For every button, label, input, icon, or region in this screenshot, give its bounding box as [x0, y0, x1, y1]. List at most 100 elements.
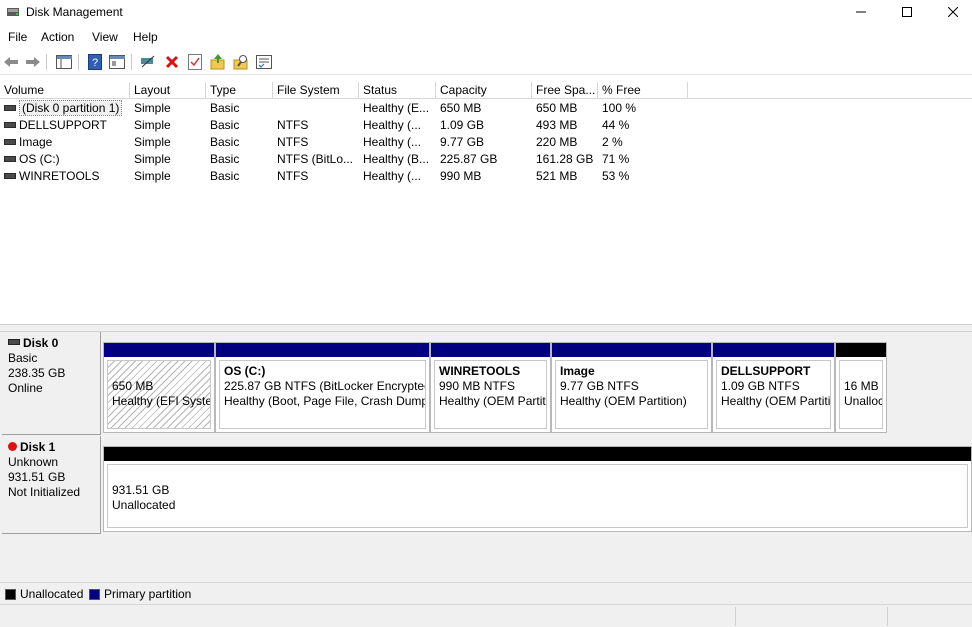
table-row[interactable]: (Disk 0 partition 1) Simple Basic Healthy (…	[0, 100, 972, 117]
partition-block[interactable]: DELLSUPPORT 1.09 GB NTFS Healthy (OEM Part…	[712, 342, 835, 433]
cell-status: Healthy (B...	[363, 152, 430, 166]
volume-drive-icon	[4, 121, 16, 128]
svg-text:?: ?	[92, 57, 98, 69]
partition-details: 931.51 GB Unallocated	[107, 464, 968, 528]
cell-file-system: NTFS	[277, 118, 309, 132]
show-hide-console-tree-button[interactable]	[55, 53, 73, 71]
header-col-percent-free[interactable]: % Free	[598, 82, 688, 99]
partition-size: 931.51 GB	[112, 483, 170, 497]
partition-status: Unallocated	[112, 498, 176, 512]
minimize-icon	[856, 11, 866, 13]
disk-name-row: Disk 0	[8, 336, 94, 351]
window-title: Disk Management	[26, 5, 123, 19]
table-row[interactable]: WINRETOOLS Simple Basic NTFS Healthy (... 990…	[0, 168, 972, 185]
cell-percent-free: 71 %	[602, 152, 630, 166]
header-col-free-space[interactable]: Free Spa...	[532, 82, 598, 99]
partition-name: WINRETOOLS	[439, 364, 521, 378]
partition-details: Image 9.77 GB NTFS Healthy (OEM Partition)	[555, 360, 708, 429]
back-button[interactable]	[2, 53, 20, 71]
minimize-button[interactable]	[838, 0, 884, 24]
menu-action[interactable]: Action	[41, 30, 74, 44]
partition-size: 990 MB NTFS	[439, 379, 516, 393]
disk-type: Unknown	[8, 455, 59, 469]
header-col-layout[interactable]: Layout	[130, 82, 206, 99]
properties-icon	[109, 55, 125, 69]
pane-splitter[interactable]	[0, 324, 972, 332]
close-icon	[948, 7, 958, 17]
forward-button[interactable]	[24, 53, 42, 71]
delete-button[interactable]	[163, 53, 181, 71]
header-filler	[688, 82, 972, 99]
forward-arrow-icon	[26, 57, 40, 67]
cell-layout: Simple	[134, 135, 171, 149]
partition-type-bar	[713, 343, 834, 357]
partition-block[interactable]: WINRETOOLS 990 MB NTFS Healthy (OEM Partit…	[430, 342, 551, 433]
disk-size: 238.35 GB	[8, 366, 66, 380]
legend-label-unallocated: Unallocated	[20, 587, 84, 601]
disk-drive-icon	[8, 338, 20, 345]
partition-details: OS (C:) 225.87 GB NTFS (BitLocker Encrypt…	[219, 360, 426, 429]
cell-type: Basic	[210, 152, 240, 166]
cell-type: Basic	[210, 169, 240, 183]
cell-free-space: 493 MB	[536, 118, 578, 132]
partition-status: Healthy (OEM Partition)	[560, 394, 687, 408]
menu-file[interactable]: File	[8, 30, 27, 44]
title-bar: Disk Management	[0, 0, 972, 26]
header-col-volume[interactable]: Volume	[0, 82, 130, 99]
cell-type: Basic	[210, 101, 240, 115]
cell-file-system: NTFS (BitLo...	[277, 152, 354, 166]
toolbar: ?	[0, 48, 972, 75]
maximize-button[interactable]	[884, 0, 930, 24]
volume-drive-icon	[4, 155, 16, 162]
table-row[interactable]: DELLSUPPORT Simple Basic NTFS Healthy (... 1.…	[0, 117, 972, 134]
table-row[interactable]: OS (C:) Simple Basic NTFS (BitLo... Healthy …	[0, 151, 972, 168]
menu-view[interactable]: View	[92, 30, 118, 44]
volume-drive-icon	[4, 172, 16, 179]
checklist-button[interactable]	[186, 53, 204, 71]
settings-list-icon	[256, 55, 272, 69]
close-button[interactable]	[930, 0, 972, 24]
checklist-icon	[188, 54, 202, 70]
partition-block[interactable]: OS (C:) 225.87 GB NTFS (BitLocker Encrypt…	[215, 342, 430, 433]
table-row[interactable]: Image Simple Basic NTFS Healthy (... 9.77 GB 2…	[0, 134, 972, 151]
cell-percent-free: 53 %	[602, 169, 630, 183]
help-button[interactable]: ?	[86, 53, 104, 71]
cell-status: Healthy (...	[363, 169, 422, 183]
disk-0-label[interactable]: Disk 0 Basic 238.35 GB Online	[2, 332, 101, 435]
partition-block[interactable]: 16 MBUnallocated	[835, 342, 887, 433]
cell-percent-free: 44 %	[602, 118, 630, 132]
cell-percent-free: 100 %	[602, 101, 637, 115]
header-col-file-system[interactable]: File System	[273, 82, 359, 99]
legend-label-primary: Primary partition	[104, 587, 192, 601]
cell-free-space: 521 MB	[536, 169, 578, 183]
disk-name: Disk 0	[23, 336, 59, 350]
folder-up-icon	[210, 54, 225, 70]
cell-free-space: 161.28 GB	[536, 152, 594, 166]
volume-name: OS (C:)	[19, 152, 60, 166]
disk-1-label[interactable]: Disk 1 Unknown 931.51 GB Not Initialized	[2, 436, 101, 534]
settings-list-button[interactable]	[255, 53, 273, 71]
connect-button[interactable]	[139, 53, 157, 71]
cell-free-space: 650 MB	[536, 101, 578, 115]
disk-status: Online	[8, 381, 43, 395]
search-folder-button[interactable]	[232, 53, 250, 71]
partition-block[interactable]: 650 MBHealthy (EFI System Partition)	[103, 342, 215, 433]
menu-help[interactable]: Help	[133, 30, 158, 44]
folder-up-button[interactable]	[209, 53, 227, 71]
header-col-status[interactable]: Status	[359, 82, 436, 99]
delete-icon	[165, 55, 179, 69]
disk-status: Not Initialized	[8, 485, 81, 499]
partition-type-bar	[104, 447, 971, 461]
header-col-capacity[interactable]: Capacity	[436, 82, 532, 99]
partition-name: OS (C:)	[224, 364, 266, 378]
partition-status: Healthy (EFI System Partition)	[112, 394, 210, 408]
cell-free-space: 220 MB	[536, 135, 578, 149]
properties-button[interactable]	[108, 53, 126, 71]
cell-volume: (Disk 0 partition 1)	[0, 100, 130, 117]
partition-block[interactable]: Image 9.77 GB NTFS Healthy (OEM Partition)	[551, 342, 712, 433]
cell-layout: Simple	[134, 118, 171, 132]
partition-block[interactable]: 931.51 GB Unallocated	[103, 446, 972, 532]
header-col-type[interactable]: Type	[206, 82, 273, 99]
disk-type: Basic	[8, 351, 38, 365]
disk-error-icon	[8, 442, 17, 452]
